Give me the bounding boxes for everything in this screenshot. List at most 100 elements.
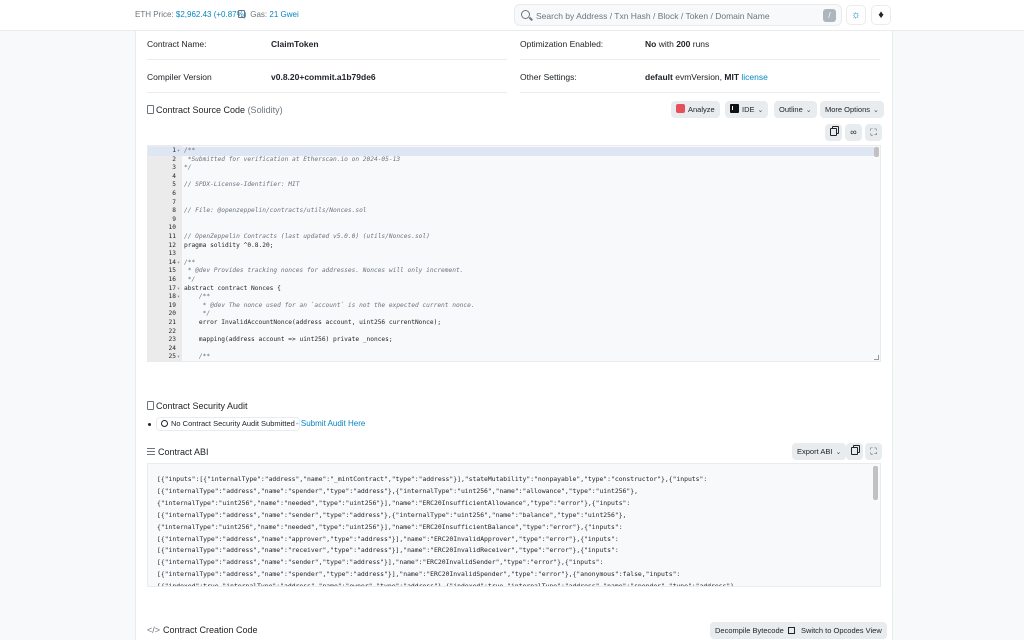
code-line: 1 ▾ /** <box>148 147 874 156</box>
resize-handle[interactable] <box>874 355 879 360</box>
abi-line: [{"internalType":"address","name":"recei… <box>157 546 619 555</box>
fold-toggle-icon[interactable]: ▾ <box>177 353 180 361</box>
code-text: mapping(address account => uint256) priv… <box>184 336 393 344</box>
decompile-bytecode-button[interactable]: Decompile Bytecode <box>710 622 800 639</box>
license-type: MIT <box>724 72 740 82</box>
export-abi-dropdown[interactable]: Export ABI ⌄ <box>792 443 847 460</box>
source-code-title-text: Contract Source Code <box>156 105 246 115</box>
expand-icon: ⛶ <box>870 446 877 456</box>
security-audit-title-text: Contract Security Audit <box>156 401 248 411</box>
fold-toggle-icon[interactable]: ▾ <box>177 293 180 302</box>
contract-abi-title: Contract ABI <box>147 447 209 457</box>
eth-price-label: ETH Price: <box>135 10 174 19</box>
evm-version: default <box>645 72 673 82</box>
line-number: 20 <box>168 310 176 318</box>
editor-scrollbar[interactable] <box>874 147 879 157</box>
line-number: 15 <box>168 267 176 275</box>
abi-line: [{"internalType":"address","name":"sende… <box>157 510 627 519</box>
gas-label: Gas: <box>250 10 268 19</box>
code-text: * @dev Provides tracking nonces for addr… <box>184 267 464 275</box>
line-number: 22 <box>168 327 176 335</box>
source-code-editor[interactable]: 1 ▾/** 2 *Submitted for verification at Et… <box>147 145 881 362</box>
abi-textarea[interactable]: [{"inputs":[{"internalType":"address","n… <box>147 463 881 587</box>
submit-audit-link[interactable]: - Submit Audit Here <box>296 419 365 428</box>
abi-line: [{"internalType":"address","name":"spend… <box>157 570 681 579</box>
divider <box>520 92 880 93</box>
code-line: 17 ▾ abstract contract Nonces { <box>148 285 874 294</box>
fullscreen-button[interactable]: ⛶ <box>865 124 882 141</box>
fold-toggle-icon[interactable]: ▾ <box>177 147 180 156</box>
line-number: 14 <box>168 258 176 266</box>
source-code-language: (Solidity) <box>247 105 283 115</box>
line-number: 13 <box>168 250 176 258</box>
eth-price-value[interactable]: $2,962.43 (+0.87%) <box>176 10 247 19</box>
code-line: 21 error InvalidAccountNonce(address acc… <box>148 319 874 328</box>
other-settings-label: Other Settings: <box>520 72 577 82</box>
theme-toggle-button[interactable]: ☼ <box>846 5 866 25</box>
outline-label: Outline <box>779 105 803 114</box>
line-number: 6 <box>172 190 176 197</box>
line-number: 10 <box>168 224 176 232</box>
copy-abi-button[interactable] <box>846 443 863 460</box>
code-line: 13 <box>148 250 874 259</box>
bullet <box>148 423 151 426</box>
chevron-down-icon: ⌄ <box>873 107 879 114</box>
divider <box>520 59 880 60</box>
compiler-version-label: Compiler Version <box>147 72 212 82</box>
export-abi-label: Export ABI <box>797 447 833 456</box>
copy-icon <box>851 447 858 455</box>
abi-line: {"internalType":"uint256","name":"needed… <box>157 498 631 507</box>
license-link[interactable]: license <box>741 72 767 82</box>
line-number: 3 <box>172 164 176 172</box>
line-number: 24 <box>168 344 176 352</box>
switch-opcodes-button[interactable]: Switch to Opcodes View <box>796 622 887 639</box>
analyze-button[interactable]: Analyze <box>671 101 720 118</box>
code-text: */ <box>184 164 192 172</box>
code-icon: </> <box>147 625 161 635</box>
abi-scrollbar[interactable] <box>873 466 878 500</box>
code-line: 7 <box>148 199 874 208</box>
abi-line: [{"internalType":"address","name":"spend… <box>157 486 638 495</box>
code-text: // OpenZeppelin Contracts (last updated … <box>184 233 430 240</box>
outline-dropdown[interactable]: Outline ⌄ <box>774 101 817 118</box>
more-options-dropdown[interactable]: More Options ⌄ <box>820 101 884 118</box>
creation-code-title-text: Contract Creation Code <box>163 625 258 635</box>
line-number: 16 <box>168 276 176 283</box>
copy-source-button[interactable] <box>825 124 842 141</box>
gas-value[interactable]: 21 Gwei <box>269 10 298 19</box>
line-number: 7 <box>172 198 176 206</box>
network-button[interactable]: ♦ <box>871 5 891 25</box>
optimization-runs: 200 <box>676 39 691 49</box>
ide-dropdown[interactable]: IDE ⌄ <box>725 101 769 118</box>
code-text: */ <box>184 276 196 283</box>
code-line: 2 *Submitted for verification at Ethersc… <box>148 156 874 165</box>
optimization-flag: No <box>645 39 657 49</box>
line-number: 9 <box>172 215 176 223</box>
line-number: 8 <box>172 207 176 215</box>
code-line: 10 <box>148 224 874 233</box>
search-bar[interactable]: Search by Address / Txn Hash / Block / T… <box>514 4 842 26</box>
fold-toggle-icon[interactable]: ▾ <box>177 259 180 268</box>
contract-name-value: ClaimToken <box>271 39 319 49</box>
line-number: 19 <box>168 301 176 309</box>
fold-toggle-icon[interactable]: ▾ <box>177 285 180 294</box>
code-text: // File: @openzeppelin/contracts/utils/N… <box>184 207 367 215</box>
code-line: 18 ▾ /** <box>148 293 874 302</box>
abi-fullscreen-button[interactable]: ⛶ <box>865 443 882 460</box>
search-input[interactable]: Search by Address / Txn Hash / Block / T… <box>536 11 770 21</box>
code-line: 16 */ <box>148 276 874 285</box>
expand-icon: ⛶ <box>870 127 877 137</box>
code-text: pragma solidity ^0.8.20; <box>184 241 274 249</box>
permalink-button[interactable]: ∞ <box>845 124 862 141</box>
optimization-text: with <box>656 39 677 49</box>
code-line: 19 * @dev The nonce used for an `account… <box>148 302 874 311</box>
ethereum-icon: ♦ <box>878 9 884 21</box>
list-icon <box>147 448 155 455</box>
line-number: 12 <box>168 241 176 249</box>
code-line: 11 // OpenZeppelin Contracts (last update… <box>148 233 874 242</box>
line-number: 4 <box>172 172 176 180</box>
line-number: 25 <box>168 353 176 361</box>
link-icon: ∞ <box>850 127 857 137</box>
security-audit-title: Contract Security Audit <box>147 401 248 411</box>
chevron-down-icon: ⌄ <box>805 107 812 114</box>
